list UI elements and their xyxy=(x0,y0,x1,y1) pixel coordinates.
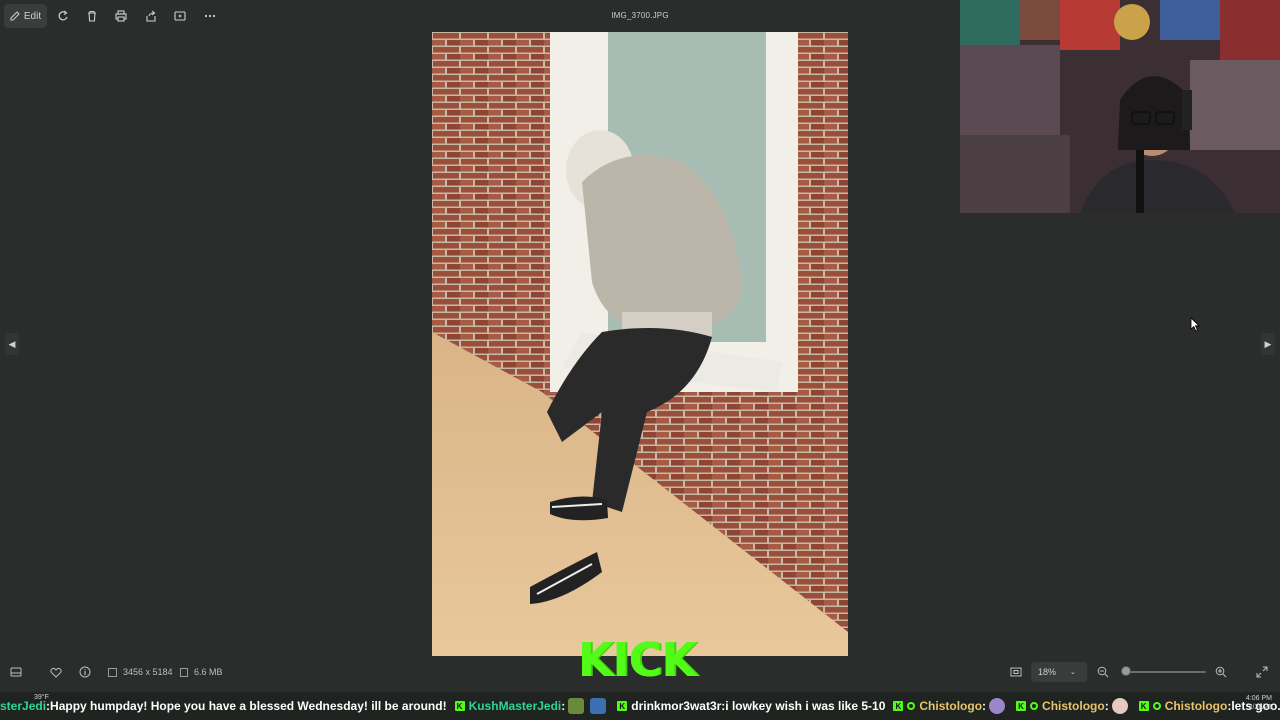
zoom-in-icon xyxy=(1215,666,1227,678)
chat-message: Happy humpday! Hope you have a blessed W… xyxy=(50,699,447,713)
kick-logo: KICK xyxy=(570,636,704,684)
chat-username: sterJedi xyxy=(0,699,47,713)
zoom-in-button[interactable] xyxy=(1215,660,1227,684)
delete-icon xyxy=(88,10,96,22)
taskbar-app-icon[interactable] xyxy=(590,698,607,714)
badge-icon xyxy=(1152,702,1161,710)
dimensions-text: 3456 x 5184 xyxy=(123,667,173,677)
chevron-right-icon: ▶ xyxy=(1264,338,1272,349)
mouse-cursor-icon xyxy=(1190,317,1200,332)
chat-username: Chistologo xyxy=(1042,699,1105,713)
zoom-level-value: 18% xyxy=(1038,667,1057,677)
file-title: IMG_3700.JPG xyxy=(611,11,669,20)
previous-photo-button[interactable]: ◀ xyxy=(5,333,19,355)
slideshow-icon xyxy=(174,11,186,21)
weather-widget[interactable]: 39°F xyxy=(34,694,49,701)
taskbar-app-icon[interactable] xyxy=(568,698,585,714)
favorite-button[interactable] xyxy=(50,660,62,684)
expand-icon xyxy=(1256,666,1268,678)
chevron-down-icon: ⌄ xyxy=(1070,669,1076,676)
file-size: 6.6 MB xyxy=(180,660,223,684)
info-icon xyxy=(79,666,91,678)
file-size-text: 6.6 MB xyxy=(194,667,223,677)
chat-ticker: sterJedi : Happy humpday! Hope you have … xyxy=(0,692,1280,720)
photo-image xyxy=(432,32,848,656)
chat-username: Chistologo xyxy=(919,699,983,713)
heart-icon xyxy=(50,667,62,678)
slideshow-button[interactable] xyxy=(168,4,192,28)
dimensions-icon xyxy=(108,667,117,677)
clock-date: 2/26/25 xyxy=(1248,704,1272,711)
kick-badge-icon: K xyxy=(454,701,465,711)
share-icon xyxy=(146,10,156,22)
chat-avatar xyxy=(1111,698,1128,714)
fit-to-window-button[interactable] xyxy=(1010,660,1022,684)
zoom-slider-track[interactable] xyxy=(1125,671,1206,673)
kick-badge-icon: K xyxy=(617,701,628,711)
zoom-out-icon xyxy=(1097,666,1109,678)
taskbar-clock[interactable]: 4:06 PM 2/26/25 xyxy=(1246,694,1272,712)
share-button[interactable] xyxy=(139,4,163,28)
edit-button[interactable]: Edit xyxy=(4,4,47,28)
chat-username: Chistologo xyxy=(1164,699,1228,713)
chat-avatar xyxy=(989,698,1006,714)
kick-logo-text: KICK xyxy=(577,633,697,687)
top-toolbar: Edit xyxy=(0,0,960,32)
next-photo-button[interactable]: ▶ xyxy=(1261,333,1275,355)
image-dimensions: 3456 x 5184 xyxy=(108,660,173,684)
kick-badge-icon: K xyxy=(1016,701,1027,711)
chat-ticker-row: sterJedi : Happy humpday! Hope you have … xyxy=(0,692,1280,720)
main-photo xyxy=(432,32,848,656)
print-button[interactable] xyxy=(109,4,133,28)
chat-message: i lowkey wish i was like 5-10 xyxy=(725,699,886,713)
zoom-level-dropdown[interactable]: 18% ⌄ xyxy=(1031,662,1087,682)
chat-username: drinkmor3wat3r xyxy=(631,699,722,713)
chat-separator: : xyxy=(982,699,987,713)
chat-username: KushMasterJedi xyxy=(468,699,562,713)
edit-label: Edit xyxy=(23,10,42,22)
chat-separator: : xyxy=(561,699,566,713)
zoom-out-button[interactable] xyxy=(1097,660,1109,684)
edit-icon xyxy=(10,11,20,21)
chevron-left-icon: ◀ xyxy=(8,338,16,349)
clock-time: 4:06 PM xyxy=(1245,695,1272,702)
more-icon xyxy=(204,14,216,18)
badge-icon xyxy=(907,702,916,710)
delete-button[interactable] xyxy=(80,4,104,28)
file-info-button[interactable] xyxy=(79,660,91,684)
webcam-overlay xyxy=(960,0,1280,213)
rotate-button[interactable] xyxy=(51,4,75,28)
webcam-image xyxy=(960,0,1280,213)
filmstrip-icon xyxy=(10,667,22,677)
fullscreen-button[interactable] xyxy=(1256,660,1268,684)
filmstrip-button[interactable] xyxy=(10,660,22,684)
print-icon xyxy=(115,10,127,22)
badge-icon xyxy=(1030,702,1039,710)
kick-badge-icon: K xyxy=(893,701,904,711)
chat-separator: : xyxy=(1104,699,1109,713)
zoom-slider-thumb[interactable] xyxy=(1121,666,1131,676)
fit-window-icon xyxy=(1010,667,1022,677)
more-options-button[interactable] xyxy=(198,4,222,28)
file-size-icon xyxy=(180,667,188,677)
kick-badge-icon: K xyxy=(1138,701,1149,711)
rotate-icon xyxy=(58,10,68,21)
